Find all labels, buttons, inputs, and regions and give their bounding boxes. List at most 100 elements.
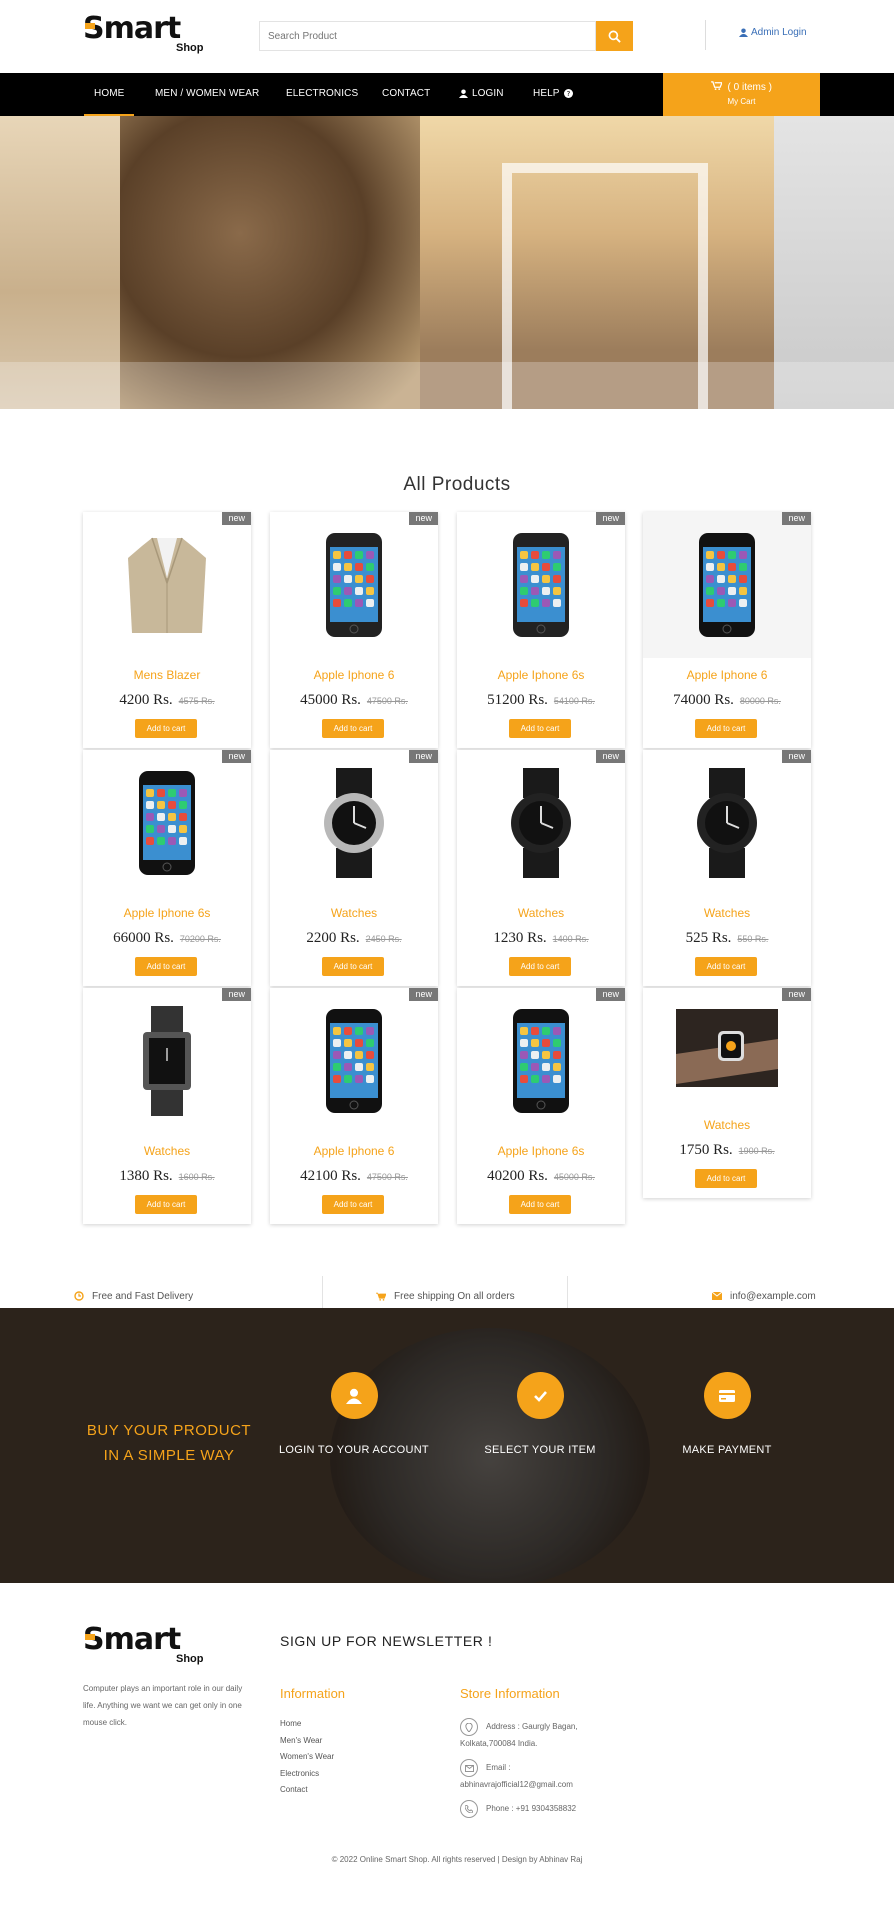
product-price: 66000 Rs. 70200 Rs. [113,930,221,946]
add-to-cart-button[interactable]: Add to cart [322,719,384,738]
product-image[interactable] [83,988,251,1134]
footer-link-mens-wear[interactable]: Men's Wear [280,1733,334,1750]
slogan-line-1: BUY YOUR PRODUCT [86,1422,252,1439]
product-card[interactable]: new Apple Iphone 6s 66000 Rs. 70200 Rs. Add … [83,750,251,986]
new-badge: new [782,512,811,525]
product-price: 4200 Rs. 4575 Rs. [119,692,215,708]
product-card[interactable]: new Watches 1750 Rs. 1900 Rs. Add to cart [643,988,811,1198]
footer-link-contact[interactable]: Contact [280,1782,334,1799]
product-name[interactable]: Apple Iphone 6s [83,906,251,920]
product-name[interactable]: Apple Iphone 6 [270,1144,438,1158]
store-phone-text[interactable]: Phone : +91 9304358832 [486,1804,576,1813]
step-circle [703,1372,751,1419]
search-button[interactable] [596,21,633,51]
product-image[interactable] [457,750,625,896]
info-divider [322,1276,323,1310]
new-badge: new [409,750,438,763]
product-name[interactable]: Apple Iphone 6 [270,668,438,682]
product-price: 42100 Rs. 47500 Rs. [300,1168,408,1184]
step-label: SELECT YOUR ITEM [484,1444,596,1456]
product-image[interactable] [643,988,811,1108]
logo-s: S [83,1622,105,1657]
check-icon [534,1390,547,1402]
cart-count: ( 0 items ) [727,82,772,93]
product-card[interactable]: new Watches 2200 Rs. 2450 Rs. Add to cart [270,750,438,986]
question-circle-icon: ? [563,89,573,98]
envelope-icon [460,1759,478,1777]
logo-main: mart [103,1622,182,1657]
cart-button[interactable]: ( 0 items ) My Cart [663,73,820,116]
product-image[interactable] [457,512,625,658]
product-name[interactable]: Apple Iphone 6s [457,668,625,682]
product-image[interactable] [270,988,438,1134]
product-name[interactable]: Watches [643,906,811,920]
product-name[interactable]: Apple Iphone 6s [457,1144,625,1158]
footer-about: Computer plays an important role in our … [83,1684,243,1727]
add-to-cart-button[interactable]: Add to cart [509,1195,571,1214]
nav-electronics[interactable]: ELECTRONICS [286,88,358,99]
add-to-cart-button[interactable]: Add to cart [695,719,757,738]
product-card[interactable]: new Apple Iphone 6s 51200 Rs. 54100 Rs. Add … [457,512,625,748]
product-image[interactable] [643,512,811,658]
product-name[interactable]: Watches [83,1144,251,1158]
product-price: 45000 Rs. 47500 Rs. [300,692,408,708]
add-to-cart-button[interactable]: Add to cart [135,719,197,738]
add-to-cart-button[interactable]: Add to cart [322,1195,384,1214]
newsletter-title: SIGN UP FOR NEWSLETTER ! [280,1633,493,1649]
product-name[interactable]: Mens Blazer [83,668,251,682]
new-badge: new [409,512,438,525]
product-card[interactable]: new Apple Iphone 6 45000 Rs. 47500 Rs. Add t… [270,512,438,748]
new-badge: new [596,750,625,763]
nav-help[interactable]: HELP ? [533,88,573,99]
nav-login[interactable]: LOGIN [459,88,504,99]
nav-home[interactable]: HOME [83,88,135,117]
product-image[interactable] [270,750,438,896]
add-to-cart-button[interactable]: Add to cart [509,957,571,976]
product-card[interactable]: new Apple Iphone 6s 40200 Rs. 45000 Rs. Add … [457,988,625,1224]
envelope-icon [712,1292,722,1300]
add-to-cart-button[interactable]: Add to cart [135,957,197,976]
search-input[interactable] [259,21,596,51]
product-price: 40200 Rs. 45000 Rs. [487,1168,595,1184]
product-image[interactable] [83,512,251,658]
hero-banner [0,116,894,409]
footer-link-womens-wear[interactable]: Women's Wear [280,1749,334,1766]
product-card[interactable]: new Watches 525 Rs. 550 Rs. Add to cart [643,750,811,986]
product-old-price: 54100 Rs. [553,696,595,706]
add-to-cart-button[interactable]: Add to cart [135,1195,197,1214]
info-email[interactable]: info@example.com [712,1283,816,1309]
add-to-cart-button[interactable]: Add to cart [322,957,384,976]
product-image[interactable] [457,988,625,1134]
site-logo[interactable]: Smart Shop [83,14,204,55]
product-image[interactable] [643,750,811,896]
footer-link-home[interactable]: Home [280,1716,334,1733]
nav-help-label: HELP [533,88,560,99]
phone-icon [460,1800,478,1818]
product-image[interactable] [83,750,251,896]
add-to-cart-button[interactable]: Add to cart [509,719,571,738]
product-name[interactable]: Watches [643,1118,811,1132]
product-card[interactable]: new Watches 1380 Rs. 1600 Rs. Add to cart [83,988,251,1224]
new-badge: new [596,988,625,1001]
info-email-text: info@example.com [730,1290,816,1302]
nav-men-women-wear[interactable]: MEN / WOMEN WEAR [155,88,259,99]
footer-logo[interactable]: Smart Shop [83,1622,204,1666]
product-old-price: 4575 Rs. [178,696,215,706]
product-card[interactable]: new Mens Blazer 4200 Rs. 4575 Rs. Add to car… [83,512,251,748]
admin-login-link[interactable]: Admin Login [739,27,807,38]
product-card[interactable]: new Apple Iphone 6 42100 Rs. 47500 Rs. Add t… [270,988,438,1224]
product-image[interactable] [270,512,438,658]
product-name[interactable]: Watches [270,906,438,920]
product-name[interactable]: Watches [457,906,625,920]
admin-login-label: Admin Login [751,27,807,38]
product-card[interactable]: new Watches 1230 Rs. 1400 Rs. Add to cart [457,750,625,986]
new-badge: new [409,988,438,1001]
footer-link-electronics[interactable]: Electronics [280,1766,334,1783]
nav-contact[interactable]: CONTACT [382,88,430,99]
add-to-cart-button[interactable]: Add to cart [695,957,757,976]
add-to-cart-button[interactable]: Add to cart [695,1169,757,1188]
new-badge: new [782,988,811,1001]
step-label: MAKE PAYMENT [682,1444,772,1456]
product-name[interactable]: Apple Iphone 6 [643,668,811,682]
product-card[interactable]: new Apple Iphone 6 74000 Rs. 80000 Rs. Add t… [643,512,811,748]
